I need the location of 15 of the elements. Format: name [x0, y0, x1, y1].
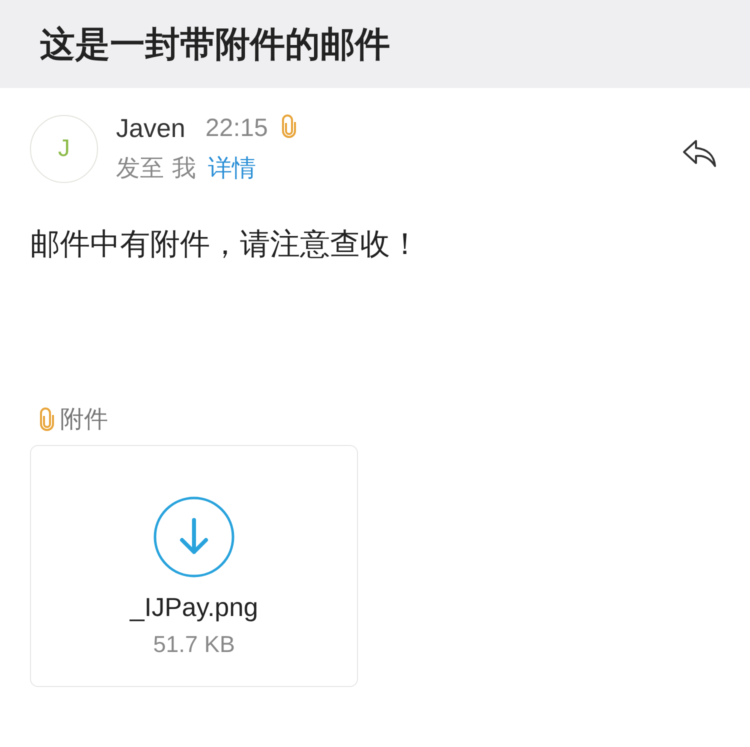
- mail-subject: 这是一封带附件的邮件: [40, 24, 390, 66]
- file-size: 51.7 KB: [153, 631, 235, 658]
- reply-icon[interactable]: [682, 138, 718, 168]
- mail-body: 邮件中有附件，请注意查收！: [29, 227, 421, 263]
- sent-time: 22:15: [205, 114, 268, 143]
- attachments-label: 附件: [60, 405, 108, 435]
- recipient-prefix: 发至: [116, 154, 164, 184]
- avatar-initial: J: [58, 134, 70, 162]
- download-icon[interactable]: [153, 496, 235, 578]
- sender-name: Javen: [116, 113, 186, 144]
- attachment-card[interactable]: _IJPay.png 51.7 KB: [30, 445, 358, 687]
- paperclip-icon: [40, 407, 54, 431]
- details-link[interactable]: 详情: [208, 152, 256, 184]
- file-name: _IJPay.png: [130, 592, 258, 623]
- recipient-name: 我: [172, 154, 196, 184]
